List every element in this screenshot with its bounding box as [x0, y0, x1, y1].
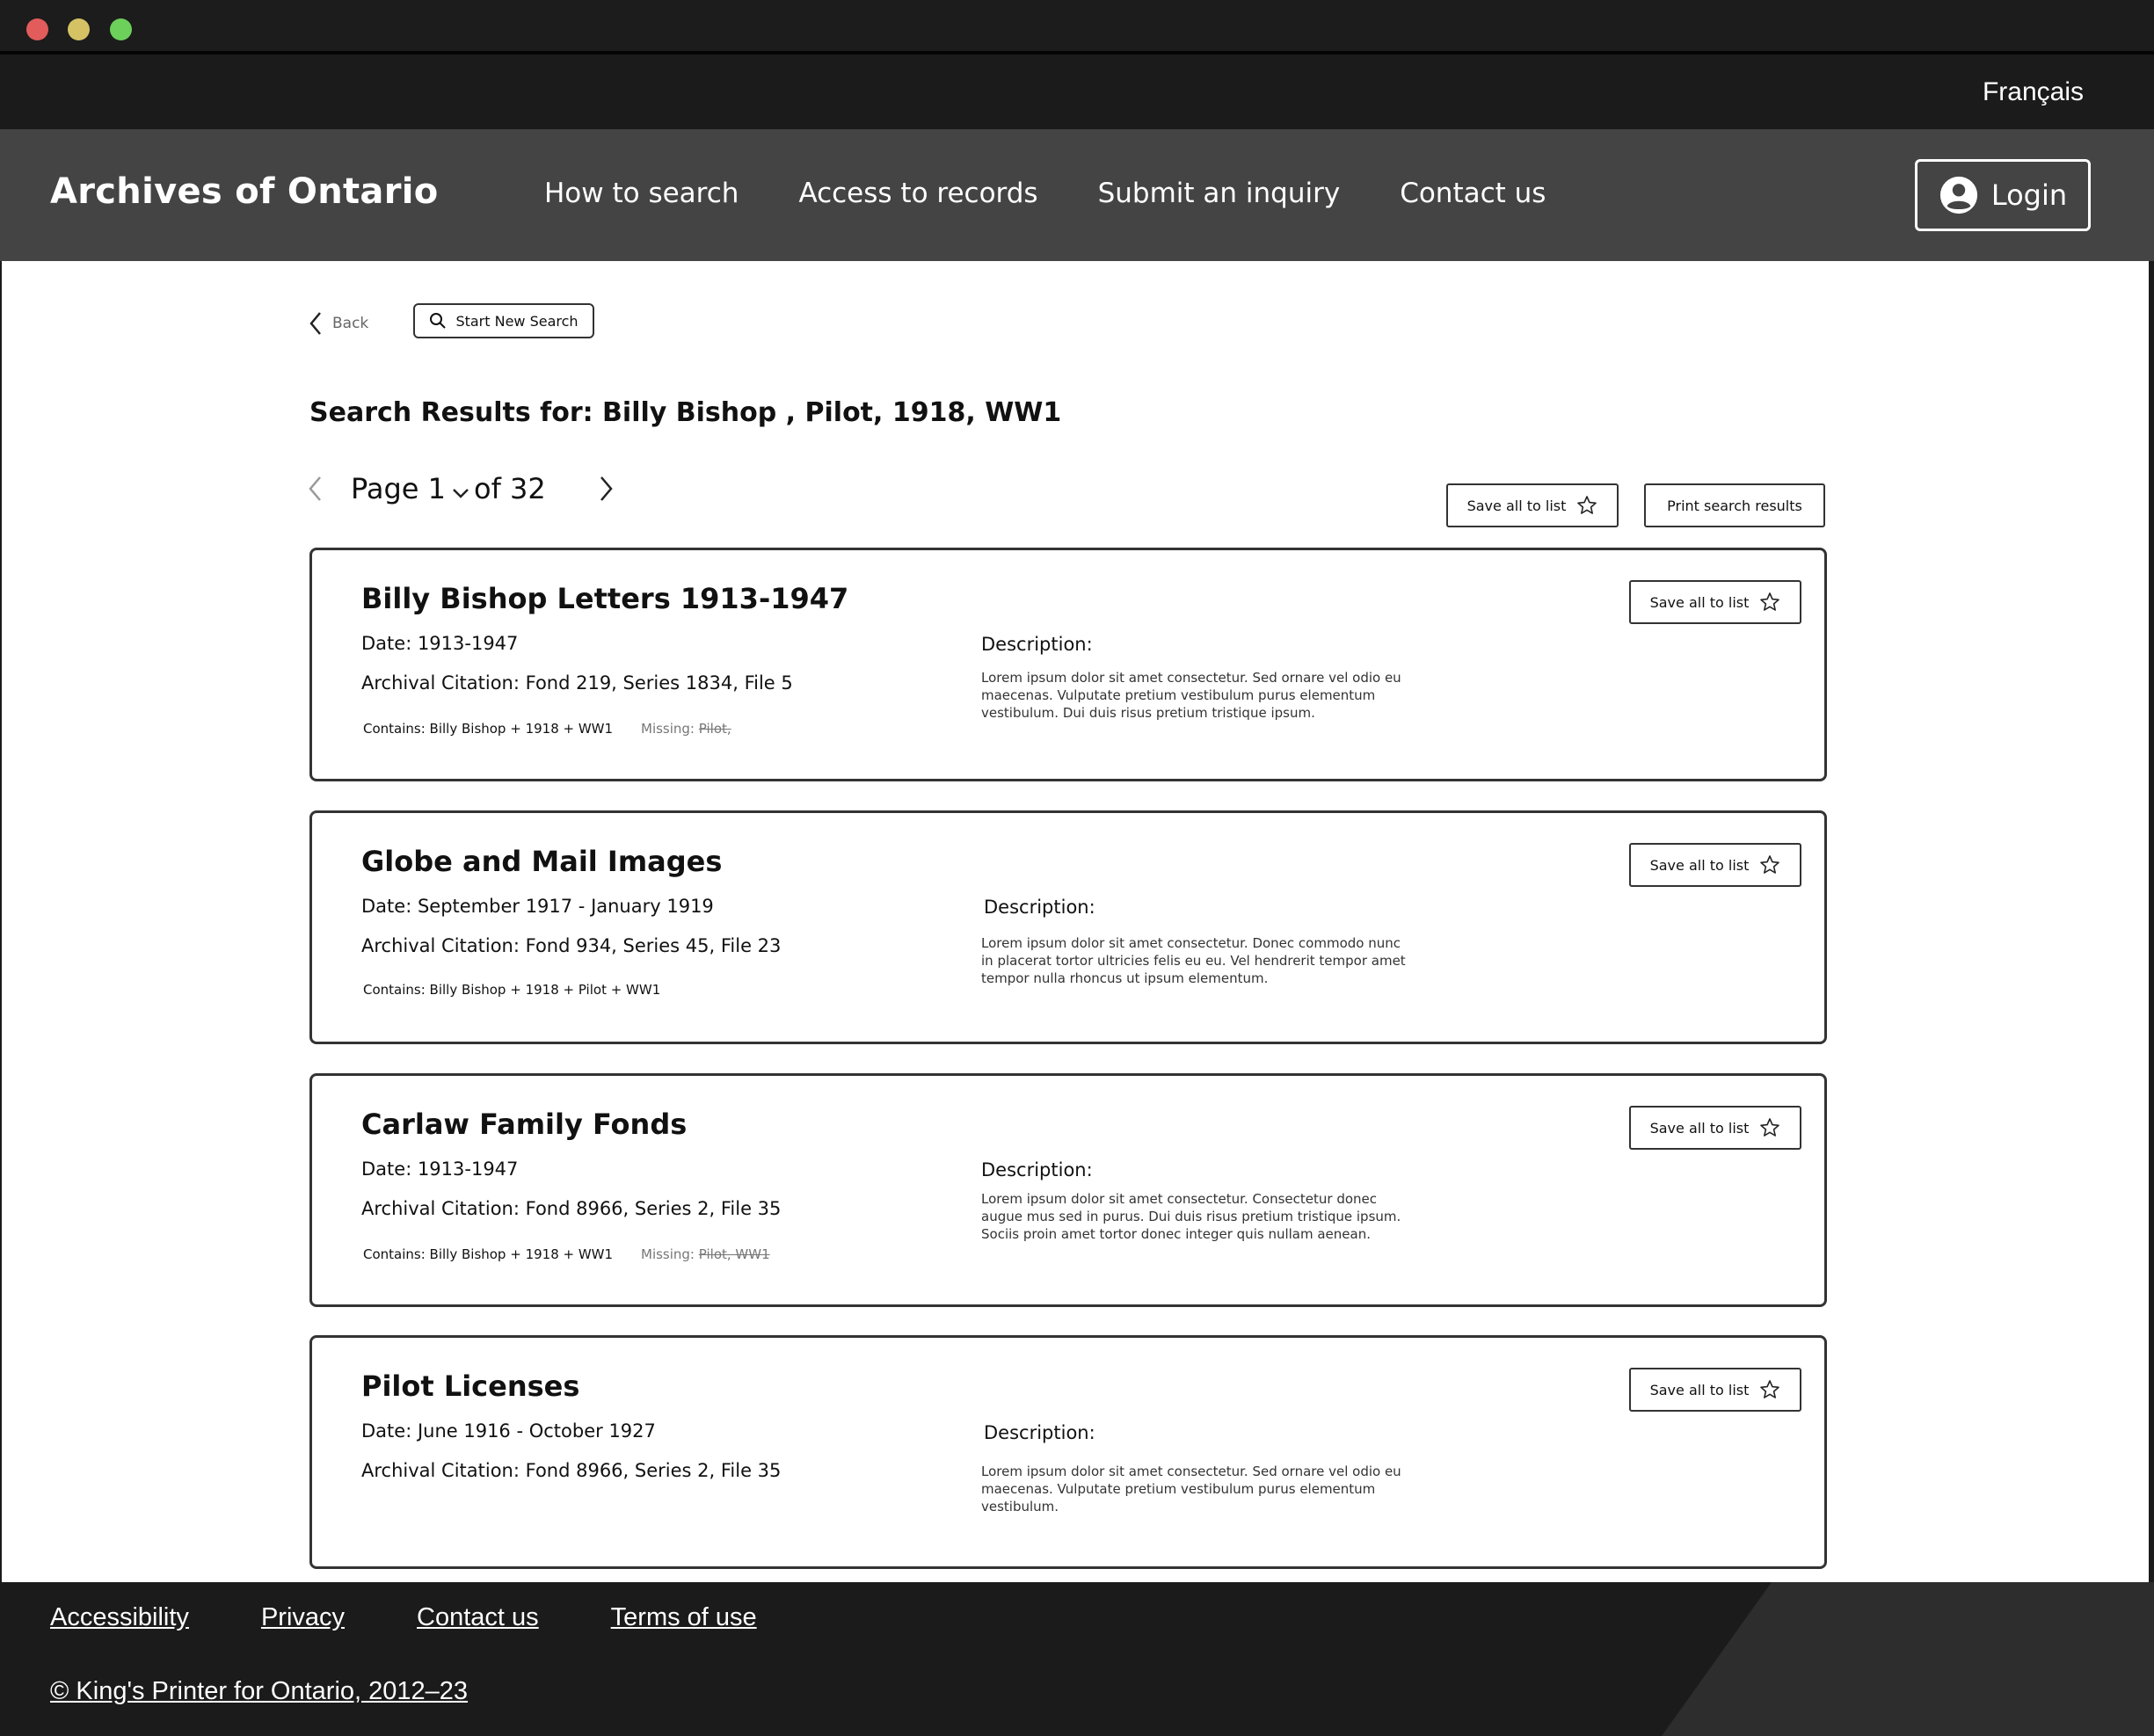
description-label: Description: — [984, 1422, 1095, 1443]
login-label: Login — [1990, 178, 2068, 212]
star-icon — [1760, 855, 1780, 874]
login-button[interactable]: Login — [1915, 159, 2091, 231]
description-label: Description: — [981, 1159, 1093, 1180]
nav-access-to-records[interactable]: Access to records — [798, 178, 1037, 209]
result-date: Date: September 1917 - January 1919 — [361, 896, 714, 917]
result-contains: Contains: Billy Bishop + 1918 + WW1 — [363, 721, 614, 737]
main-nav: How to search Access to records Submit a… — [544, 178, 1605, 209]
result-description: Lorem ipsum dolor sit amet consectetur. … — [981, 670, 1401, 721]
save-label: Save all to list — [1649, 1381, 1750, 1398]
footer-link-contact-us[interactable]: Contact us — [417, 1603, 539, 1632]
result-title[interactable]: Globe and Mail Images — [361, 845, 722, 878]
missing-terms: Pilot, WW1 — [698, 1246, 770, 1262]
result-citation: Archival Citation: Fond 8966, Series 2, … — [361, 1198, 782, 1219]
description-label: Description: — [984, 897, 1095, 918]
window-zoom-button[interactable] — [110, 18, 132, 40]
site-footer: Accessibility Privacy Contact us Terms o… — [0, 1582, 2154, 1736]
chevron-left-icon — [309, 312, 321, 335]
result-card[interactable]: Globe and Mail Images Date: September 19… — [309, 810, 1827, 1044]
save-to-list-button[interactable]: Save all to list — [1629, 843, 1801, 887]
result-date: Date: June 1916 - October 1927 — [361, 1420, 656, 1442]
save-all-label: Save all to list — [1466, 497, 1567, 514]
footer-links: Accessibility Privacy Contact us Terms o… — [50, 1603, 829, 1632]
result-card[interactable]: Carlaw Family Fonds Date: 1913-1947 Arch… — [309, 1073, 1827, 1307]
star-icon — [1760, 592, 1780, 611]
page-current-label: Page 1 — [351, 472, 446, 505]
nav-contact-us[interactable]: Contact us — [1400, 178, 1546, 209]
save-label: Save all to list — [1649, 856, 1750, 874]
window-titlebar — [0, 0, 2154, 54]
result-title[interactable]: Pilot Licenses — [361, 1369, 579, 1403]
result-description: Lorem ipsum dolor sit amet consectetur. … — [981, 935, 1406, 986]
save-to-list-button[interactable]: Save all to list — [1629, 1368, 1801, 1412]
star-icon — [1577, 496, 1597, 514]
result-missing: Missing: Pilot, WW1 — [641, 1246, 770, 1262]
missing-label: Missing: — [641, 1246, 695, 1262]
chevron-down-icon — [453, 489, 469, 498]
result-date: Date: 1913-1947 — [361, 1159, 519, 1180]
footer-link-privacy[interactable]: Privacy — [261, 1603, 345, 1632]
result-citation: Archival Citation: Fond 8966, Series 2, … — [361, 1460, 782, 1481]
result-contains: Contains: Billy Bishop + 1918 + WW1 — [363, 1246, 614, 1262]
page-selector[interactable]: Page 1 of 32 — [351, 472, 546, 505]
save-all-results-button[interactable]: Save all to list — [1446, 483, 1619, 527]
description-label: Description: — [981, 634, 1093, 655]
footer-link-terms-of-use[interactable]: Terms of use — [611, 1603, 757, 1632]
star-icon — [1760, 1380, 1780, 1398]
missing-label: Missing: — [641, 721, 695, 737]
result-description: Lorem ipsum dolor sit amet consectetur. … — [981, 1191, 1401, 1242]
search-icon — [430, 313, 447, 329]
save-label: Save all to list — [1649, 1119, 1750, 1137]
main-content: Back Start New Search Search Results for… — [2, 261, 2149, 1582]
back-link[interactable]: Back — [308, 310, 368, 337]
print-label: Print search results — [1667, 497, 1802, 514]
user-circle-icon — [1939, 176, 1977, 214]
result-citation: Archival Citation: Fond 934, Series 45, … — [361, 935, 782, 956]
site-header: Archives of Ontario How to search Access… — [0, 129, 2154, 261]
result-card[interactable]: Billy Bishop Letters 1913-1947 Date: 191… — [309, 548, 1827, 781]
start-new-search-label: Start New Search — [455, 312, 579, 330]
page-total-label: of 32 — [474, 472, 546, 505]
start-new-search-button[interactable]: Start New Search — [413, 303, 594, 338]
result-missing: Missing: Pilot, — [641, 721, 731, 737]
search-results-title: Search Results for: Billy Bishop , Pilot… — [309, 397, 1062, 428]
save-label: Save all to list — [1649, 593, 1750, 611]
print-search-results-button[interactable]: Print search results — [1644, 483, 1825, 527]
window-close-button[interactable] — [26, 18, 48, 40]
result-title[interactable]: Billy Bishop Letters 1913-1947 — [361, 582, 848, 615]
missing-terms: Pilot, — [698, 721, 731, 737]
copyright-link[interactable]: © King's Printer for Ontario, 2012–23 — [50, 1677, 468, 1706]
window-minimize-button[interactable] — [68, 18, 90, 40]
language-toggle-link[interactable]: Français — [1983, 77, 2084, 107]
footer-link-accessibility[interactable]: Accessibility — [50, 1603, 189, 1632]
result-citation: Archival Citation: Fond 219, Series 1834… — [361, 672, 793, 694]
back-label: Back — [332, 315, 369, 332]
result-title[interactable]: Carlaw Family Fonds — [361, 1108, 687, 1141]
site-logo-text[interactable]: Archives of Ontario — [50, 171, 439, 212]
nav-how-to-search[interactable]: How to search — [544, 178, 739, 209]
result-description: Lorem ipsum dolor sit amet consectetur. … — [981, 1464, 1401, 1514]
result-card[interactable]: Pilot Licenses Date: June 1916 - October… — [309, 1335, 1827, 1569]
save-to-list-button[interactable]: Save all to list — [1629, 1106, 1801, 1150]
result-date: Date: 1913-1947 — [361, 633, 519, 654]
pagination: Page 1 of 32 — [305, 472, 616, 505]
next-page-icon[interactable] — [597, 474, 616, 504]
nav-submit-inquiry[interactable]: Submit an inquiry — [1098, 178, 1341, 209]
result-contains: Contains: Billy Bishop + 1918 + Pilot + … — [363, 982, 661, 998]
prev-page-icon[interactable] — [305, 474, 324, 504]
star-icon — [1760, 1118, 1780, 1137]
save-to-list-button[interactable]: Save all to list — [1629, 580, 1801, 624]
language-bar: Français — [0, 54, 2154, 129]
